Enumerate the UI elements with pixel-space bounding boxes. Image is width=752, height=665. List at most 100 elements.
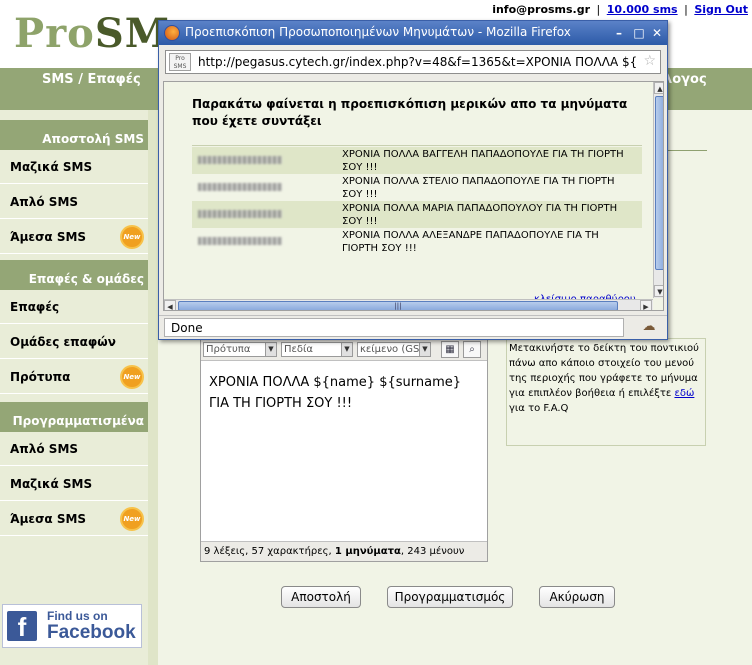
chevron-down-icon: ▼	[341, 343, 352, 356]
preview-message: ΧΡΟΝΙΑ ΠΟΛΛΑ ΒΑΓΓΕΛΗ ΠΑΠΑΔΟΠΟΥΛΕ ΓΙΑ ΤΗ …	[342, 149, 624, 173]
status-remaining: , 243 μένουν	[400, 546, 465, 557]
blurred-recipient	[198, 183, 282, 191]
templates-select-value: Πρότυπα	[206, 344, 251, 355]
separator: |	[684, 3, 688, 16]
url-bar[interactable]: Pro SMS http://pegasus.cytech.gr/index.p…	[165, 50, 661, 74]
status-message-count: 1 μηνύματα	[334, 546, 401, 557]
sidebar-item-contact-groups[interactable]: Ομάδες επαφών	[0, 325, 148, 359]
separator: |	[596, 3, 601, 16]
vertical-scroll-thumb[interactable]	[655, 96, 663, 270]
scroll-left-icon[interactable]: ◀	[164, 300, 176, 310]
status-text: Done	[164, 318, 624, 337]
sidebar-item-label: Επαφές	[10, 300, 60, 314]
blurred-recipient	[198, 156, 282, 164]
scroll-down-icon[interactable]: ▼	[654, 285, 663, 297]
preview-divider	[192, 145, 642, 146]
vertical-scrollbar[interactable]: ▲ ▼	[653, 82, 663, 298]
facebook-find-text: Find us on	[47, 609, 108, 623]
preview-message: ΧΡΟΝΙΑ ΠΟΛΛΑ ΑΛΕΞΑΝΔΡΕ ΠΑΠΑΔΟΠΟΥΛΕ ΓΙΑ Τ…	[342, 230, 599, 254]
fields-select[interactable]: Πεδία ▼	[281, 342, 353, 357]
scroll-right-icon[interactable]: ▶	[640, 300, 652, 310]
sidebar: Αποστολή SMS Μαζικά SMS Απλό SMS Άμεσα S…	[0, 110, 148, 665]
text-encoding-select[interactable]: κείμενο (GSM) ▼	[357, 342, 431, 357]
minimize-icon[interactable]: –	[611, 25, 627, 41]
preview-row: ΧΡΟΝΙΑ ΠΟΛΛΑ ΣΤΕΛΙΟ ΠΑΠΑΔΟΠΟΥΛΕ ΓΙΑ ΤΗ Γ…	[192, 174, 642, 201]
content-divider	[665, 150, 707, 151]
sidebar-item-scheduled-bulk-sms[interactable]: Μαζικά SMS	[0, 467, 148, 501]
status-indicator-icon: ☁	[642, 319, 656, 334]
maximize-icon[interactable]: □	[631, 25, 647, 41]
url-text[interactable]: http://pegasus.cytech.gr/index.php?v=48&…	[198, 55, 638, 69]
preview-message: ΧΡΟΝΙΑ ΠΟΛΛΑ ΜΑΡΙΑ ΠΑΠΑΔΟΠΟΥΛΟΥ ΓΙΑ ΤΗ Γ…	[342, 203, 618, 227]
sidebar-item-label: Άμεσα SMS	[10, 230, 87, 244]
sidebar-item-label: Μαζικά SMS	[10, 477, 93, 491]
sidebar-item-simple-sms[interactable]: Απλό SMS	[0, 185, 148, 219]
fields-select-value: Πεδία	[284, 344, 314, 355]
preview-popup-window: Προεπισκόπιση Προσωποποιημένων Μηνυμάτων…	[158, 20, 668, 340]
sign-out-link[interactable]: Sign Out	[694, 3, 748, 16]
help-text-end: για το F.A.Q	[509, 403, 569, 414]
schedule-button[interactable]: Προγραμματισμός	[387, 586, 513, 608]
sidebar-item-direct-sms[interactable]: Άμεσα SMS New	[0, 220, 148, 254]
sidebar-item-contacts[interactable]: Επαφές	[0, 290, 148, 324]
sidebar-heading-scheduled: Προγραμματισμένα	[0, 402, 148, 432]
account-email: info@prosms.gr	[492, 3, 591, 16]
sidebar-item-templates[interactable]: Πρότυπα New	[0, 360, 148, 394]
faq-link[interactable]: εδώ	[674, 388, 694, 399]
sidebar-item-label: Απλό SMS	[10, 195, 79, 209]
facebook-name-text: Facebook	[47, 622, 136, 643]
sidebar-item-scheduled-simple-sms[interactable]: Απλό SMS	[0, 432, 148, 466]
blurred-recipient	[198, 210, 282, 218]
sidebar-heading-send: Αποστολή SMS	[0, 120, 148, 150]
status-words-chars: 9 λέξεις, 57 χαρακτήρες,	[204, 546, 335, 557]
sidebar-item-label: Άμεσα SMS	[10, 512, 87, 526]
message-textarea[interactable]: ΧΡΟΝΙΑ ΠΟΛΛΑ ${name} ${surname} ΓΙΑ ΤΗ Γ…	[209, 372, 481, 414]
preview-message: ΧΡΟΝΙΑ ΠΟΛΛΑ ΣΤΕΛΙΟ ΠΑΠΑΔΟΠΟΥΛΕ ΓΙΑ ΤΗ Γ…	[342, 176, 615, 200]
facebook-banner[interactable]: f Find us on Facebook	[2, 604, 142, 648]
help-text: Μετακινήστε το δείκτη του ποντικιού πάνω…	[509, 343, 699, 399]
facebook-icon: f	[7, 611, 37, 642]
firefox-icon	[164, 25, 180, 41]
popup-title: Προεπισκόπιση Προσωποποιημένων Μηνυμάτων…	[185, 25, 571, 39]
top-links: info@prosms.gr | 10.000 sms | Sign Out	[492, 3, 748, 16]
scroll-up-icon[interactable]: ▲	[654, 82, 663, 94]
horizontal-scroll-thumb[interactable]: |||	[178, 301, 618, 310]
preview-row: ΧΡΟΝΙΑ ΠΟΛΛΑ ΒΑΓΓΕΛΗ ΠΑΠΑΔΟΠΟΥΛΕ ΓΙΑ ΤΗ …	[192, 147, 642, 174]
popup-titlebar[interactable]: Προεπισκόπιση Προσωποποιημένων Μηνυμάτων…	[159, 21, 667, 45]
blurred-recipient	[198, 237, 282, 245]
chevron-down-icon: ▼	[265, 343, 276, 356]
help-box: Μετακινήστε το δείκτη του ποντικιού πάνω…	[506, 338, 706, 446]
preview-icon[interactable]: ⌕	[463, 341, 481, 358]
nav-account-partial[interactable]: λογος	[664, 72, 707, 87]
editor-toolbar: Πρότυπα ▼ Πεδία ▼ κείμενο (GSM) ▼ ▦ ⌕	[201, 339, 487, 361]
nav-sms-contacts[interactable]: SMS / Επαφές	[0, 68, 160, 110]
chevron-down-icon: ▼	[419, 343, 430, 356]
sidebar-divider-strip	[148, 110, 158, 665]
sidebar-item-label: Ομάδες επαφών	[10, 335, 116, 349]
sms-credits-link[interactable]: 10.000 sms	[607, 3, 678, 16]
editor-status-bar: 9 λέξεις, 57 χαρακτήρες, 1 μηνύματα, 243…	[201, 541, 487, 561]
new-badge-icon: New	[120, 365, 144, 389]
send-button[interactable]: Αποστολή	[281, 586, 361, 608]
sidebar-item-label: Μαζικά SMS	[10, 160, 93, 174]
templates-select[interactable]: Πρότυπα ▼	[203, 342, 277, 357]
horizontal-scrollbar[interactable]: ◀ ||| ▶	[164, 299, 653, 310]
cancel-button[interactable]: Ακύρωση	[539, 586, 615, 608]
prosms-logo[interactable]: ProSM	[14, 10, 170, 57]
preview-row: ΧΡΟΝΙΑ ΠΟΛΛΑ ΜΑΡΙΑ ΠΑΠΑΔΟΠΟΥΛΟΥ ΓΙΑ ΤΗ Γ…	[192, 201, 642, 228]
insert-table-icon[interactable]: ▦	[441, 341, 459, 358]
message-editor: Πρότυπα ▼ Πεδία ▼ κείμενο (GSM) ▼ ▦ ⌕ ΧΡ…	[200, 338, 488, 562]
sidebar-item-label: Πρότυπα	[10, 370, 71, 384]
popup-status-bar: Done ☁	[159, 315, 667, 339]
sidebar-item-bulk-sms[interactable]: Μαζικά SMS	[0, 150, 148, 184]
new-badge-icon: New	[120, 507, 144, 531]
close-icon[interactable]: ✕	[649, 25, 665, 41]
sidebar-item-label: Απλό SMS	[10, 442, 79, 456]
logo-pro-text: Pro	[14, 10, 95, 57]
bookmark-star-icon[interactable]: ☆	[643, 53, 656, 69]
popup-viewport: Παρακάτω φαίνεται η προεπισκόπιση μερικώ…	[163, 81, 664, 311]
preview-row: ΧΡΟΝΙΑ ΠΟΛΛΑ ΑΛΕΞΑΝΔΡΕ ΠΑΠΑΔΟΠΟΥΛΕ ΓΙΑ Τ…	[192, 228, 642, 255]
sidebar-heading-contacts: Επαφές & ομάδες	[0, 260, 148, 290]
sidebar-item-scheduled-direct-sms[interactable]: Άμεσα SMS New	[0, 502, 148, 536]
new-badge-icon: New	[120, 225, 144, 249]
